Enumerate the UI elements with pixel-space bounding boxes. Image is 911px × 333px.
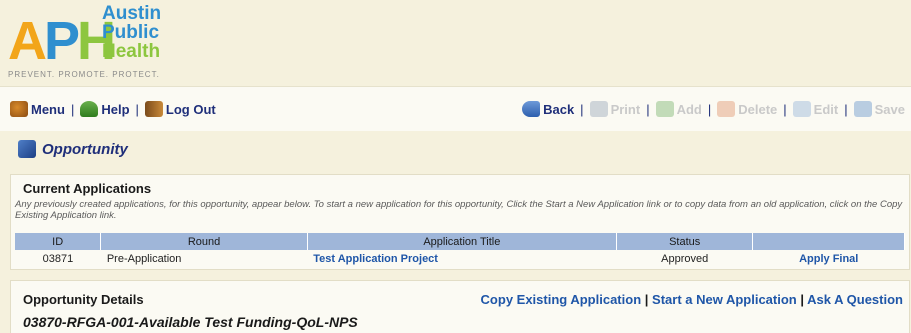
back-label: Back — [543, 101, 575, 117]
logo-letters: APH — [8, 11, 116, 71]
help-link[interactable]: Help — [80, 101, 130, 117]
edit-button[interactable]: Edit — [792, 101, 839, 117]
add-label: Add — [676, 101, 702, 117]
application-title-link[interactable]: Test Application Project — [313, 253, 438, 265]
logo-letter-p: P — [44, 11, 80, 71]
logout-link[interactable]: Log Out — [144, 101, 216, 117]
start-new-application-link[interactable]: Start a New Application — [652, 292, 797, 307]
logo-letter-a: A — [8, 11, 47, 71]
current-applications-note: Any previously created applications, for… — [15, 199, 903, 221]
separator: | — [580, 101, 584, 117]
toolbar: Menu | Help | Log Out Back | Print | Add… — [0, 86, 911, 131]
logo-tagline: PREVENT. PROMOTE. PROTECT. — [8, 70, 160, 79]
opportunity-details-links: Copy Existing Application | Start a New … — [481, 292, 903, 307]
toolbar-right: Back | Print | Add | Delete | Edit | Sav… — [522, 101, 905, 117]
print-button[interactable]: Print — [589, 101, 641, 117]
logo-word-public: Public — [102, 22, 160, 43]
column-header-status[interactable]: Status — [616, 233, 754, 250]
opportunity-name: 03870-RFGA-001-Available Test Funding-Qo… — [23, 314, 358, 330]
delete-button[interactable]: Delete — [717, 101, 777, 117]
separator: | — [844, 101, 848, 117]
save-button[interactable]: Save — [853, 101, 905, 117]
print-label: Print — [610, 101, 641, 117]
add-button[interactable]: Add — [655, 101, 702, 117]
help-icon — [80, 101, 99, 117]
ask-a-question-link[interactable]: Ask A Question — [807, 292, 903, 307]
column-header-id[interactable]: ID — [15, 233, 102, 250]
logo-word-health: Health — [102, 41, 161, 62]
menu-icon — [10, 101, 28, 117]
separator: | — [707, 101, 712, 117]
cell-title: Test Application Project — [307, 250, 617, 267]
help-label: Help — [101, 101, 130, 117]
header: APH Austin Public Health PREVENT. PROMOT… — [0, 0, 911, 86]
page-title-text: Opportunity — [42, 140, 128, 158]
current-applications-title: Current Applications — [23, 181, 152, 196]
toolbar-left: Menu | Help | Log Out — [10, 101, 216, 117]
column-header-action — [752, 233, 905, 250]
opportunity-icon — [18, 140, 36, 158]
table-row: 03871 Pre-Application Test Application P… — [15, 250, 905, 267]
copy-existing-application-link[interactable]: Copy Existing Application — [481, 292, 642, 307]
separator: | — [135, 101, 139, 117]
delete-label: Delete — [738, 101, 778, 117]
separator: | — [800, 292, 805, 307]
logout-icon — [144, 101, 163, 117]
separator: | — [646, 101, 650, 117]
cell-round: Pre-Application — [100, 250, 308, 267]
table-header-row: ID Round Application Title Status — [15, 233, 905, 250]
back-button[interactable]: Back — [522, 101, 574, 117]
separator: | — [783, 101, 787, 117]
menu-link[interactable]: Menu — [10, 101, 65, 117]
aph-logo: APH Austin Public Health PREVENT. PROMOT… — [8, 4, 208, 84]
edit-label: Edit — [813, 101, 839, 117]
applications-table: ID Round Application Title Status 03871 … — [15, 233, 905, 267]
current-applications-panel: Current Applications Any previously crea… — [10, 174, 910, 270]
logo-words: Austin Public Health — [102, 4, 161, 61]
back-icon — [522, 101, 541, 117]
save-icon — [853, 101, 872, 117]
separator: | — [644, 292, 649, 307]
separator: | — [70, 101, 75, 117]
print-icon — [589, 101, 608, 117]
add-icon — [655, 101, 674, 117]
logo-word-austin: Austin — [102, 3, 162, 24]
opportunity-details-panel: Opportunity Details Copy Existing Applic… — [10, 280, 910, 333]
menu-label: Menu — [31, 101, 65, 117]
cell-id: 03871 — [15, 250, 101, 267]
opportunity-details-title: Opportunity Details — [23, 292, 144, 307]
save-label: Save — [874, 101, 905, 117]
apply-final-link[interactable]: Apply Final — [799, 253, 858, 265]
delete-icon — [717, 101, 736, 117]
cell-action: Apply Final — [752, 250, 905, 267]
column-header-application-title[interactable]: Application Title — [307, 233, 617, 250]
page-title: Opportunity — [18, 140, 128, 158]
logout-label: Log Out — [165, 101, 216, 117]
edit-icon — [792, 101, 811, 117]
cell-status: Approved — [616, 250, 753, 267]
column-header-round[interactable]: Round — [100, 233, 308, 250]
